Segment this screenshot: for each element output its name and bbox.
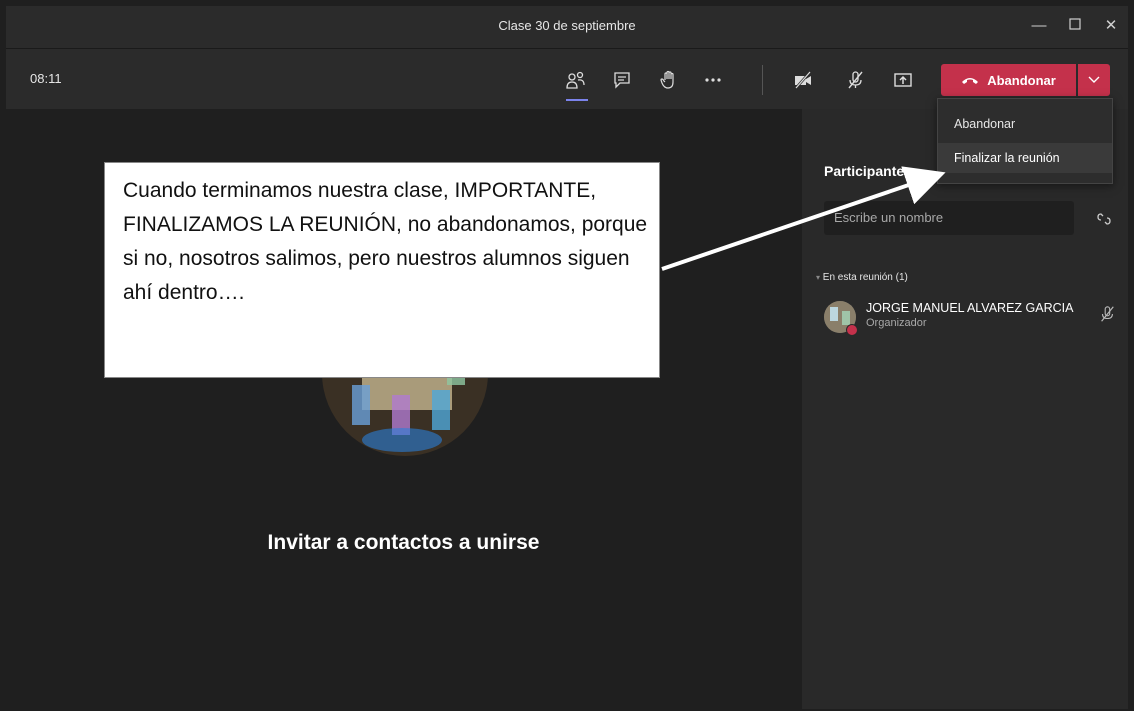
- participants-active-indicator: [566, 99, 588, 101]
- leave-button[interactable]: Abandonar: [941, 64, 1076, 96]
- callout-text: Cuando terminamos nuestra clase, IMPORTA…: [123, 179, 648, 304]
- meeting-timer: 08:11: [30, 71, 62, 86]
- close-icon[interactable]: ✕: [1100, 16, 1122, 36]
- chevron-down-icon: ▾: [816, 273, 821, 282]
- more-options-icon[interactable]: [698, 65, 728, 95]
- share-invite-icon[interactable]: [1094, 209, 1114, 229]
- annotation-callout: Cuando terminamos nuestra clase, IMPORTA…: [104, 162, 660, 378]
- camera-off-icon[interactable]: [788, 65, 818, 95]
- menu-item-end-meeting[interactable]: Finalizar la reunión: [938, 143, 1112, 173]
- title-bar: Clase 30 de septiembre — ✕: [6, 6, 1128, 49]
- participant-role: Organizador: [866, 317, 927, 329]
- invite-contacts-text: Invitar a contactos a unirse: [267, 531, 540, 554]
- menu-item-leave[interactable]: Abandonar: [938, 109, 1112, 139]
- participant-search-input[interactable]: Escribe un nombre: [824, 201, 1074, 235]
- participants-title: Participantes: [824, 163, 912, 179]
- raise-hand-icon[interactable]: [654, 65, 684, 95]
- search-placeholder: Escribe un nombre: [834, 210, 944, 225]
- window-title: Clase 30 de septiembre: [498, 18, 636, 33]
- participants-icon[interactable]: [561, 65, 591, 95]
- in-meeting-section-label[interactable]: ▾ En esta reunión (1): [816, 272, 908, 283]
- participant-name[interactable]: JORGE MANUEL ALVAREZ GARCIA: [866, 301, 1073, 315]
- maximize-icon[interactable]: [1064, 16, 1086, 36]
- microphone-off-icon[interactable]: [840, 65, 870, 95]
- leave-options-button[interactable]: [1078, 64, 1110, 96]
- minimize-icon[interactable]: —: [1028, 16, 1050, 36]
- chat-icon[interactable]: [607, 65, 637, 95]
- participants-panel: Participantes Escribe un nombre ▾ En est…: [802, 109, 1128, 709]
- participant-muted-icon: [1098, 305, 1116, 323]
- chevron-down-icon: [1088, 76, 1100, 83]
- leave-dropdown-menu: Abandonar Finalizar la reunión: [937, 98, 1113, 184]
- hang-up-icon: [962, 78, 979, 84]
- share-screen-icon[interactable]: [888, 65, 918, 95]
- toolbar-divider: [762, 65, 763, 95]
- presence-badge: [846, 324, 858, 336]
- leave-button-label: Abandonar: [987, 72, 1056, 88]
